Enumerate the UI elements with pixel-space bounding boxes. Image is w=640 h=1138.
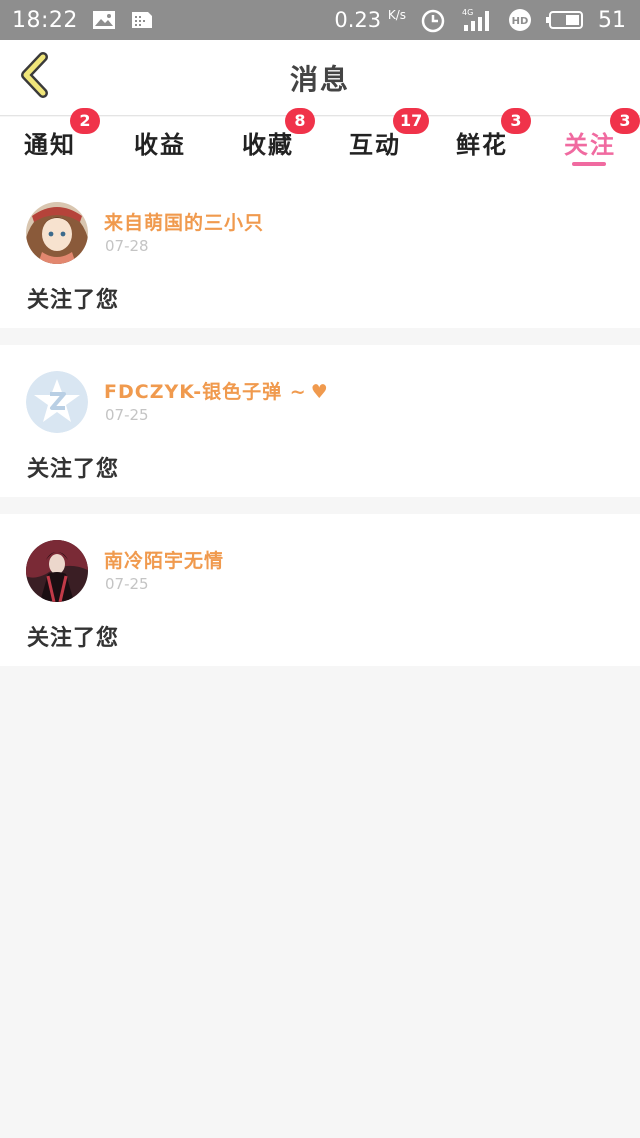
svg-text:4G: 4G: [462, 8, 473, 17]
tab-label: 关注: [564, 131, 616, 159]
battery-icon: [546, 10, 584, 30]
tab-notice[interactable]: 通知 2: [0, 108, 100, 177]
avatar[interactable]: [26, 371, 88, 433]
count-badge: 3: [610, 108, 640, 134]
username[interactable]: 来自萌国的三小只: [104, 208, 264, 235]
count-badge: 8: [285, 108, 315, 134]
heart-icon: ♥: [310, 381, 329, 403]
tab-label: 收藏: [242, 131, 294, 159]
tab-bar: 通知 2 收益 收藏 8 互动 17 鲜花 3 关注 3: [0, 108, 640, 177]
status-bar: 18:22 0.23 K/s 4G HD 51: [0, 0, 640, 40]
alarm-icon: [420, 7, 446, 33]
notification-card[interactable]: 来自萌国的三小只 07-28 关注了您: [0, 176, 640, 328]
tab-interaction[interactable]: 互动 17: [325, 108, 430, 177]
tab-earnings[interactable]: 收益: [110, 117, 210, 177]
avatar[interactable]: [26, 202, 88, 264]
notification-card[interactable]: FDCZYK-银色子弹 ~ ♥ 07-25 关注了您: [0, 345, 640, 497]
count-badge: 2: [70, 108, 100, 134]
signal-4g-icon: 4G: [460, 7, 494, 33]
notification-message: 关注了您: [27, 288, 120, 313]
tab-flowers[interactable]: 鲜花 3: [432, 108, 532, 177]
tab-label: 鲜花: [456, 131, 508, 159]
tab-favorites[interactable]: 收藏 8: [218, 108, 318, 177]
username[interactable]: 南冷陌宇无情: [104, 546, 224, 573]
notification-card[interactable]: 南冷陌宇无情 07-25 关注了您: [0, 514, 640, 666]
tab-follow[interactable]: 关注 3: [540, 108, 640, 177]
avatar[interactable]: [26, 540, 88, 602]
hd-icon: HD: [508, 8, 532, 32]
status-time: 18:22: [12, 7, 78, 33]
active-tab-indicator: [572, 162, 606, 166]
network-speed: 0.23 K/s: [334, 8, 406, 32]
count-badge: 17: [393, 108, 430, 134]
app-header: 消息: [0, 40, 640, 116]
svg-text:HD: HD: [512, 16, 529, 27]
battery-level: 51: [598, 7, 626, 33]
image-icon: [92, 10, 116, 30]
date-label: 07-28: [105, 237, 149, 255]
username[interactable]: FDCZYK-银色子弹 ~ ♥: [104, 377, 329, 404]
page-title: 消息: [289, 63, 350, 96]
tab-label: 收益: [134, 131, 186, 159]
count-badge: 3: [501, 108, 531, 134]
notification-message: 关注了您: [27, 626, 120, 651]
tab-label: 通知: [24, 131, 76, 159]
tab-label: 互动: [349, 131, 401, 159]
sim-card-icon: [130, 10, 154, 30]
date-label: 07-25: [105, 406, 149, 424]
date-label: 07-25: [105, 575, 149, 593]
notification-message: 关注了您: [27, 457, 120, 482]
